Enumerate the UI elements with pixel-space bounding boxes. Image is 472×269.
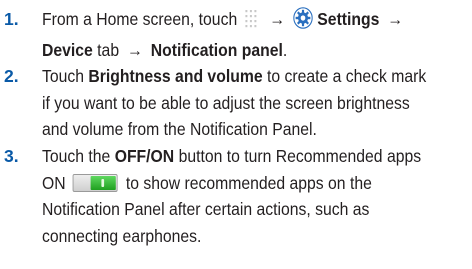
step-2: 2. Touch Brightness and volume to create… <box>4 63 470 143</box>
step-line: Touch Brightness and volume to create a … <box>42 63 427 90</box>
step-text-run: to show recommended apps on the <box>125 172 372 193</box>
step-1: 1. From a Home screen, touch → Settings … <box>4 6 470 63</box>
step-text-run: button to turn Recommended apps <box>178 145 422 166</box>
arrow-icon: → <box>387 9 404 29</box>
settings-label: Settings <box>317 9 380 29</box>
step-line: and volume from the Notification Panel. <box>42 119 317 140</box>
step-text: Touch Brightness and volume to create a … <box>42 63 427 143</box>
step-text: From a Home screen, touch → Settings → D… <box>42 6 427 63</box>
step-line: ON to show recommended apps on the <box>42 170 427 197</box>
step-text-run: to create a check mark <box>266 66 427 87</box>
step-line: From a Home screen, touch → Settings → <box>42 6 427 37</box>
step-line: Notification Panel after certain actions… <box>42 199 370 220</box>
step-line: connecting earphones. <box>42 225 202 246</box>
toggle-on-icon <box>72 173 118 192</box>
toggle-knob <box>90 175 117 190</box>
step-text-run: tab <box>97 39 120 60</box>
step-number: 1. <box>4 9 19 29</box>
instruction-steps: 1. From a Home screen, touch → Settings … <box>4 6 470 249</box>
step-number: 2. <box>4 66 19 87</box>
brightness-volume-label: Brightness and volume <box>88 66 263 87</box>
settings-gear-icon <box>293 7 313 37</box>
step-3: 3. Touch the OFF/ON button to turn Recom… <box>4 143 470 249</box>
notification-panel-label: Notification panel <box>150 39 283 60</box>
step-text-run: Touch the <box>42 145 111 166</box>
step-number: 3. <box>4 145 19 166</box>
on-word: ON <box>42 172 66 193</box>
step-text: Touch the OFF/ON button to turn Recommen… <box>42 143 427 249</box>
step-line: if you want to be able to adjust the scr… <box>42 92 410 113</box>
arrow-icon: → <box>269 9 286 29</box>
step-text-run: Touch <box>42 66 85 87</box>
step-text-run: . <box>282 39 288 60</box>
off-on-label: OFF/ON <box>114 145 175 166</box>
step-line: Touch the OFF/ON button to turn Recommen… <box>42 143 427 170</box>
arrow-icon: → <box>127 39 143 60</box>
step-line: Device tab → Notification panel. <box>42 37 427 64</box>
apps-grid-icon <box>242 9 262 37</box>
step-text-run: From a Home screen, touch <box>42 9 238 29</box>
device-tab-label: Device <box>42 39 93 60</box>
